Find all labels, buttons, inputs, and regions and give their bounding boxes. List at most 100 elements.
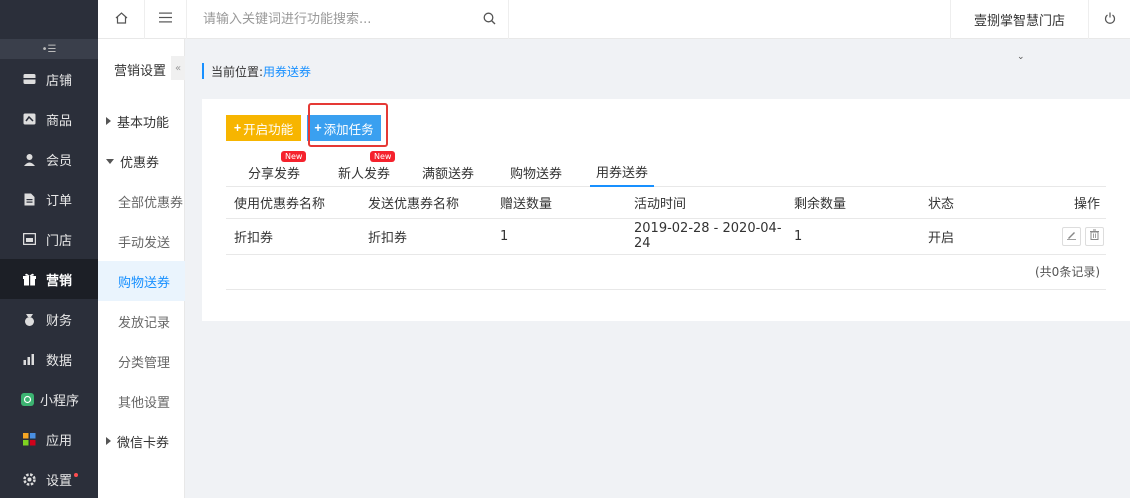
logout-button[interactable]: [1089, 0, 1130, 39]
notification-dot: [74, 473, 79, 477]
miniapp-icon: [20, 392, 34, 406]
submenu-item-label: 购物送券: [118, 275, 171, 291]
submenu-group-wechat-cards[interactable]: 微信卡券: [98, 421, 185, 461]
trash-icon: [1089, 229, 1100, 244]
member-icon: [22, 152, 36, 166]
edit-button[interactable]: [1062, 226, 1081, 246]
highlight-box: [308, 103, 388, 147]
tab-label: 购物送券: [509, 166, 562, 182]
table-cell: 折扣券: [360, 218, 492, 255]
coupon-tabs: 分享发券 New 新人发券 New 满额送券 购物送券 用券送券: [226, 151, 1106, 187]
sidebar-collapse-toggle[interactable]: •☰: [0, 39, 98, 59]
search-icon[interactable]: [483, 12, 496, 29]
gift-icon: [22, 272, 36, 286]
table-row: 折扣券 折扣券 1 2019-02-28 - 2020-04-24 1 开启: [226, 218, 1106, 255]
pencil-icon: [1066, 229, 1077, 244]
caret-down-icon: [106, 158, 114, 164]
table-cell: 折扣券: [226, 218, 360, 255]
tab-label: 满额送券: [421, 166, 474, 182]
sidebar-item-order[interactable]: 订单: [0, 179, 98, 219]
tab-shopping-coupon[interactable]: 购物送券: [496, 157, 576, 187]
sidebar-item-label: 应用: [46, 433, 73, 449]
sidebar-item-miniapp[interactable]: 小程序: [0, 379, 98, 419]
submenu-item-category-manage[interactable]: 分类管理: [98, 341, 185, 381]
chart-icon: [22, 352, 36, 366]
submenu-item-shopping-coupon[interactable]: 购物送券: [98, 261, 185, 301]
breadcrumb-current[interactable]: 用券送券: [263, 63, 311, 80]
submenu-item-label: 分类管理: [118, 355, 171, 371]
tab-label: 用券送券: [595, 165, 648, 181]
sidebar-item-label: 财务: [46, 313, 73, 329]
delete-button[interactable]: [1085, 226, 1104, 246]
sidebar-item-finance[interactable]: 财务: [0, 299, 98, 339]
top-bar: 壹捌掌智慧门店: [98, 0, 1130, 39]
table-cell: 1: [786, 218, 920, 255]
chevron-down-icon[interactable]: ⌄: [1017, 52, 1025, 62]
table-cell: 1: [492, 218, 626, 255]
submenu-item-all-coupons[interactable]: 全部优惠券: [98, 181, 185, 221]
column-header: 状态: [920, 188, 1036, 219]
open-function-label: 开启功能: [243, 122, 294, 137]
main-panel: + 开启功能 + 添加任务 分享发券 New 新人发券 New 满额送券 购物送券 …: [202, 99, 1130, 321]
column-header: 发送优惠券名称: [360, 188, 492, 219]
tab-use-coupon-send[interactable]: 用券送券: [590, 157, 654, 187]
logo-area: [0, 0, 98, 39]
store-name[interactable]: 壹捌掌智慧门店: [950, 0, 1089, 39]
caret-right-icon: [106, 437, 111, 445]
caret-right-icon: [106, 117, 111, 125]
new-badge: New: [281, 151, 307, 162]
power-icon: [1104, 12, 1116, 28]
secondary-menu: 营销设置 « 基本功能 优惠券 全部优惠券 手动发送 购物送券 发放记录 分类管…: [98, 0, 185, 498]
gear-icon: [22, 472, 36, 486]
submenu-group-basic[interactable]: 基本功能: [98, 101, 185, 141]
sidebar-item-member[interactable]: 会员: [0, 139, 98, 179]
column-header: 剩余数量: [786, 188, 920, 219]
submenu-item-other-settings[interactable]: 其他设置: [98, 381, 185, 421]
sidebar-item-label: 会员: [46, 153, 73, 169]
sidebar-item-label: 门店: [46, 233, 73, 249]
tab-newcomer-coupon[interactable]: 新人发券 New: [324, 151, 404, 187]
column-header: 使用优惠券名称: [226, 188, 360, 219]
sidebar-item-label: 数据: [46, 353, 73, 369]
apps-icon: [22, 432, 36, 446]
sidebar-item-marketing[interactable]: 营销: [0, 259, 98, 299]
new-badge: New: [370, 151, 396, 162]
search-input[interactable]: [187, 4, 467, 35]
breadcrumb: 当前位置: 用券送券: [202, 63, 311, 79]
function-search: [187, 0, 509, 39]
sidebar-item-label: 店铺: [46, 73, 73, 89]
tab-share-coupon[interactable]: 分享发券 New: [234, 151, 314, 187]
tab-label: 新人发券: [337, 166, 390, 182]
column-header: 操作: [1036, 188, 1106, 219]
task-table: 使用优惠券名称 发送优惠券名称 赠送数量 活动时间 剩余数量 状态 操作 折扣券…: [226, 188, 1106, 255]
submenu-fold-button[interactable]: «: [171, 56, 185, 80]
main-sidebar: •☰ 店铺 商品 会员 订单 门店 营销 财务 数据 小程序 应用 设置: [0, 0, 98, 498]
record-count: (共0条记录): [226, 254, 1106, 290]
submenu-item-label: 全部优惠券: [118, 195, 184, 211]
submenu-item-issue-records[interactable]: 发放记录: [98, 301, 185, 341]
sidebar-item-label: 营销: [46, 273, 73, 289]
submenu-item-label: 其他设置: [118, 395, 171, 411]
order-icon: [22, 192, 36, 206]
menu-toggle-button[interactable]: [145, 0, 187, 39]
submenu-item-manual-send[interactable]: 手动发送: [98, 221, 185, 261]
store-icon: [22, 72, 36, 86]
sidebar-item-goods[interactable]: 商品: [0, 99, 98, 139]
sidebar-item-store[interactable]: 店铺: [0, 59, 98, 99]
home-icon: [115, 11, 128, 28]
tab-full-amount-coupon[interactable]: 满额送券: [408, 157, 488, 187]
sidebar-item-shop[interactable]: 门店: [0, 219, 98, 259]
table-cell-actions: [1036, 218, 1106, 255]
finance-icon: [22, 312, 36, 326]
sidebar-item-label: 订单: [46, 193, 73, 209]
column-header: 活动时间: [626, 188, 786, 219]
sidebar-item-data[interactable]: 数据: [0, 339, 98, 379]
submenu-group-coupon[interactable]: 优惠券: [98, 141, 185, 181]
home-button[interactable]: [98, 0, 145, 39]
breadcrumb-prefix: 当前位置:: [211, 64, 264, 79]
table-cell: 开启: [920, 218, 1036, 255]
open-function-button[interactable]: + 开启功能: [226, 115, 301, 141]
submenu-item-label: 基本功能: [117, 115, 170, 131]
sidebar-item-settings[interactable]: 设置: [0, 459, 98, 498]
sidebar-item-apps[interactable]: 应用: [0, 419, 98, 459]
